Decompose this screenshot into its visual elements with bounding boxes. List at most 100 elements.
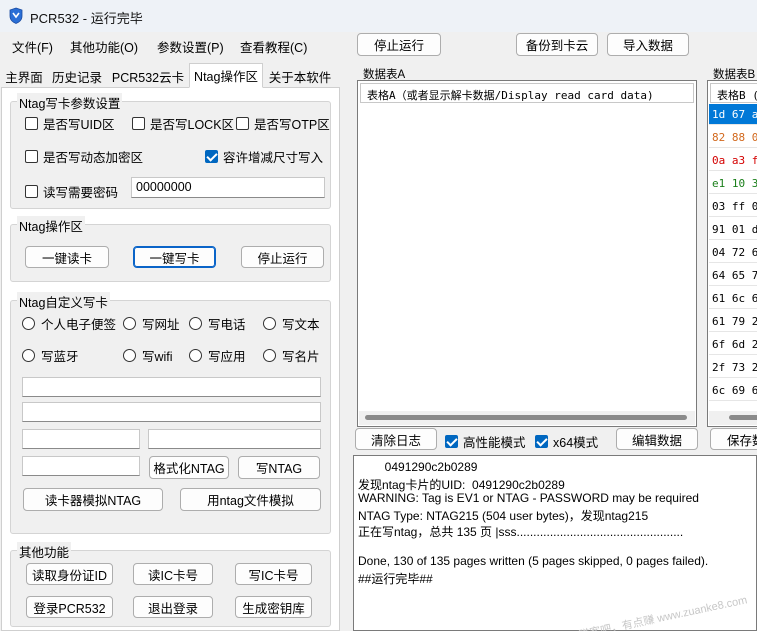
tab-cloud-card[interactable]: PCR532云卡 [108, 65, 188, 87]
tab-main[interactable]: 主界面 [2, 65, 46, 87]
radio-circle[interactable] [189, 349, 202, 362]
custom-input-4[interactable] [148, 429, 321, 449]
checkbox-box[interactable] [236, 117, 249, 130]
high-perf-checkbox[interactable]: 高性能模式 [445, 432, 526, 451]
radio-circle[interactable] [123, 317, 136, 330]
checkbox-box[interactable] [25, 185, 38, 198]
tab-about[interactable]: 关于本软件 [265, 65, 335, 87]
ntag-ops-title: Ntag操作区 [17, 216, 85, 235]
emulate-file-button[interactable]: 用ntag文件模拟 [180, 488, 321, 511]
table-b-row[interactable]: 64 65 72 [709, 265, 757, 286]
radio-wifi[interactable]: 写wifi [123, 346, 173, 365]
radio-label: 写文本 [282, 318, 320, 332]
app-shield-icon [9, 7, 23, 24]
scroll-thumb[interactable] [365, 415, 687, 420]
stop-run-button[interactable]: 停止运行 [357, 33, 441, 56]
tab-history[interactable]: 历史记录 [48, 65, 106, 87]
write-lock-checkbox[interactable]: 是否写LOCK区 [132, 114, 234, 133]
radio-bluetooth[interactable]: 写蓝牙 [22, 346, 79, 365]
checkbox-label: 是否写OTP区 [254, 118, 330, 132]
tab-ntag-ops[interactable]: Ntag操作区 [189, 63, 263, 88]
table-b-header[interactable]: 表格B ( [710, 83, 757, 103]
save-data-button[interactable]: 保存数 [710, 428, 757, 450]
radio-circle[interactable] [263, 349, 276, 362]
custom-input-5[interactable] [22, 456, 140, 476]
gen-key-button[interactable]: 生成密钥库 [235, 596, 312, 618]
table-b-row[interactable]: 61 6c 69 [709, 288, 757, 309]
log-line: 发现ntag卡片的UID: 0491290c2b0289 [358, 477, 565, 492]
table-b-row[interactable]: 91 01 d0 [709, 219, 757, 240]
checkbox-box[interactable] [25, 150, 38, 163]
read-id-button[interactable]: 读取身份证ID [26, 563, 113, 585]
table-b-row[interactable]: 04 72 65 [709, 242, 757, 263]
radio-label: 写蓝牙 [41, 350, 79, 364]
table-b-hscrollbar[interactable] [709, 411, 757, 425]
x64-checkbox[interactable]: x64模式 [535, 432, 598, 451]
checkbox-label: 是否写UID区 [43, 118, 115, 132]
scroll-thumb[interactable] [729, 415, 757, 420]
write-otp-checkbox[interactable]: 是否写OTP区 [236, 114, 330, 133]
radio-app[interactable]: 写应用 [189, 346, 246, 365]
radio-phone[interactable]: 写电话 [189, 314, 246, 333]
checkbox-label: 读写需要密码 [43, 186, 119, 200]
checkbox-box-checked[interactable] [535, 435, 548, 448]
table-b-row[interactable]: e1 10 3e [709, 173, 757, 194]
write-dynamic-checkbox[interactable]: 是否写动态加密区 [25, 147, 143, 166]
menu-other-functions[interactable]: 其他功能(O) [70, 37, 138, 56]
checkbox-box-checked[interactable] [445, 435, 458, 448]
edit-data-button[interactable]: 编辑数据 [616, 428, 698, 450]
table-a-hscrollbar[interactable] [359, 411, 695, 425]
password-input[interactable]: 00000000 [131, 177, 325, 198]
emulate-reader-button[interactable]: 读卡器模拟NTAG [23, 488, 163, 511]
radio-label: 写wifi [142, 350, 173, 364]
checkbox-box[interactable] [25, 117, 38, 130]
radio-card[interactable]: 写名片 [263, 346, 320, 365]
table-b-row[interactable]: 82 88 00 [709, 127, 757, 148]
radio-circle[interactable] [22, 349, 35, 362]
log-line: ##运行完毕## [358, 571, 433, 586]
radio-note[interactable]: 个人电子便签 [22, 314, 116, 333]
logout-button[interactable]: 退出登录 [133, 596, 213, 618]
table-b-row[interactable]: 6c 69 6e [709, 380, 757, 401]
import-data-button[interactable]: 导入数据 [607, 33, 689, 56]
rw-password-checkbox[interactable]: 读写需要密码 [25, 182, 118, 201]
radio-circle[interactable] [22, 317, 35, 330]
menu-settings[interactable]: 参数设置(P) [157, 37, 224, 56]
table-b[interactable]: 表格B ( 1d 67 af82 88 000a a3 ffe1 10 3e03… [707, 80, 757, 427]
radio-url[interactable]: 写网址 [123, 314, 180, 333]
radio-circle[interactable] [189, 317, 202, 330]
table-b-row[interactable]: 1d 67 af [709, 104, 757, 125]
read-ic-button[interactable]: 读IC卡号 [133, 563, 213, 585]
table-b-row[interactable]: 03 ff 01 [709, 196, 757, 217]
table-a[interactable]: 表格A（或者显示解卡数据/Display read card data) [357, 80, 697, 427]
radio-label: 写电话 [208, 318, 246, 332]
write-ntag-button[interactable]: 写NTAG [238, 456, 320, 479]
read-card-button[interactable]: 一键读卡 [25, 246, 109, 268]
write-card-button[interactable]: 一键写卡 [133, 246, 216, 268]
radio-text[interactable]: 写文本 [263, 314, 320, 333]
menu-file[interactable]: 文件(F) [12, 37, 53, 56]
clear-log-button[interactable]: 清除日志 [355, 428, 437, 450]
table-b-row[interactable]: 0a a3 ff [709, 150, 757, 171]
table-b-row[interactable]: 6f 6d 2f [709, 334, 757, 355]
checkbox-box-checked[interactable] [205, 150, 218, 163]
write-ic-button[interactable]: 写IC卡号 [235, 563, 312, 585]
custom-input-3[interactable] [22, 429, 140, 449]
write-uid-checkbox[interactable]: 是否写UID区 [25, 114, 115, 133]
table-a-header[interactable]: 表格A（或者显示解卡数据/Display read card data) [360, 83, 694, 103]
checkbox-box[interactable] [132, 117, 145, 130]
checkbox-label: 是否写动态加密区 [43, 151, 144, 165]
allow-resize-checkbox[interactable]: 容许增减尺寸写入 [205, 147, 323, 166]
ntag-stop-button[interactable]: 停止运行 [241, 246, 324, 268]
custom-input-2[interactable] [22, 402, 321, 422]
table-b-row[interactable]: 61 79 2e [709, 311, 757, 332]
radio-circle[interactable] [123, 349, 136, 362]
custom-input-1[interactable] [22, 377, 321, 397]
backup-to-cloud-button[interactable]: 备份到卡云 [516, 33, 598, 56]
login-button[interactable]: 登录PCR532 [26, 596, 113, 618]
radio-circle[interactable] [263, 317, 276, 330]
menu-tutorial[interactable]: 查看教程(C) [240, 37, 307, 56]
log-line: 正在写ntag，总共 135 页 |sss...................… [358, 524, 684, 539]
format-ntag-button[interactable]: 格式化NTAG [149, 456, 229, 479]
table-b-row[interactable]: 2f 73 2f [709, 357, 757, 378]
